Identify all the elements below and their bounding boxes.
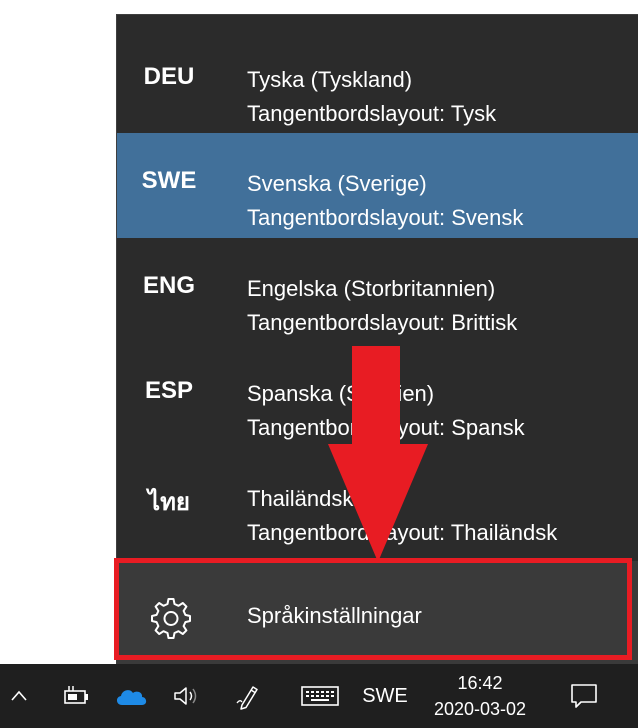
language-flyout: DEU Tyska (Tyskland) Tangentbordslayout:… [116, 14, 638, 665]
onedrive-cloud-icon[interactable] [110, 664, 152, 728]
taskbar: SWE 16:42 2020-03-02 [0, 664, 638, 728]
keyboard-layout: Tangentbordslayout: Svensk [247, 205, 524, 230]
pen-icon[interactable] [228, 664, 268, 728]
language-code: SWE [141, 167, 197, 194]
gear-icon [149, 595, 193, 639]
touch-keyboard-icon[interactable] [296, 664, 344, 728]
chevron-up-icon[interactable] [4, 664, 34, 728]
language-name: Engelska (Storbritannien) [247, 276, 496, 301]
language-settings-button[interactable]: Språkinställningar [117, 561, 638, 665]
battery-charging-icon[interactable] [56, 664, 96, 728]
input-indicator[interactable]: SWE [354, 664, 416, 728]
language-code: ENG [142, 272, 195, 299]
language-settings-label: Språkinställningar [247, 603, 422, 628]
language-item-eng[interactable]: ENG Engelska (Storbritannien) Tangentbor… [117, 238, 638, 343]
language-item-deu[interactable]: DEU Tyska (Tyskland) Tangentbordslayout:… [117, 29, 638, 134]
language-code: ESP [144, 377, 194, 404]
language-name: Thailändska [247, 486, 366, 511]
notification-icon[interactable] [560, 664, 608, 728]
language-code: ไทย [148, 489, 190, 516]
language-name: Svenska (Sverige) [247, 171, 427, 196]
language-item-tha[interactable]: ไทย Thailändska Tangentbordslayout: Thai… [117, 448, 638, 553]
keyboard-layout: Tangentbordslayout: Thailändsk [247, 520, 558, 545]
clock[interactable]: 16:42 2020-03-02 [418, 670, 542, 722]
language-item-esp[interactable]: ESP Spanska (Spanien) Tangentbordslayout… [117, 343, 638, 448]
keyboard-layout: Tangentbordslayout: Spansk [247, 415, 525, 440]
language-name: Spanska (Spanien) [247, 381, 435, 406]
language-item-swe[interactable]: SWE Svenska (Sverige) Tangentbordslayout… [117, 133, 638, 238]
language-name: Tyska (Tyskland) [247, 67, 413, 92]
clock-time: 16:42 [457, 673, 503, 693]
keyboard-layout: Tangentbordslayout: Brittisk [247, 310, 518, 335]
language-code: DEU [143, 63, 195, 90]
keyboard-layout: Tangentbordslayout: Tysk [247, 101, 497, 126]
volume-icon[interactable] [166, 664, 206, 728]
clock-date: 2020-03-02 [433, 699, 527, 719]
